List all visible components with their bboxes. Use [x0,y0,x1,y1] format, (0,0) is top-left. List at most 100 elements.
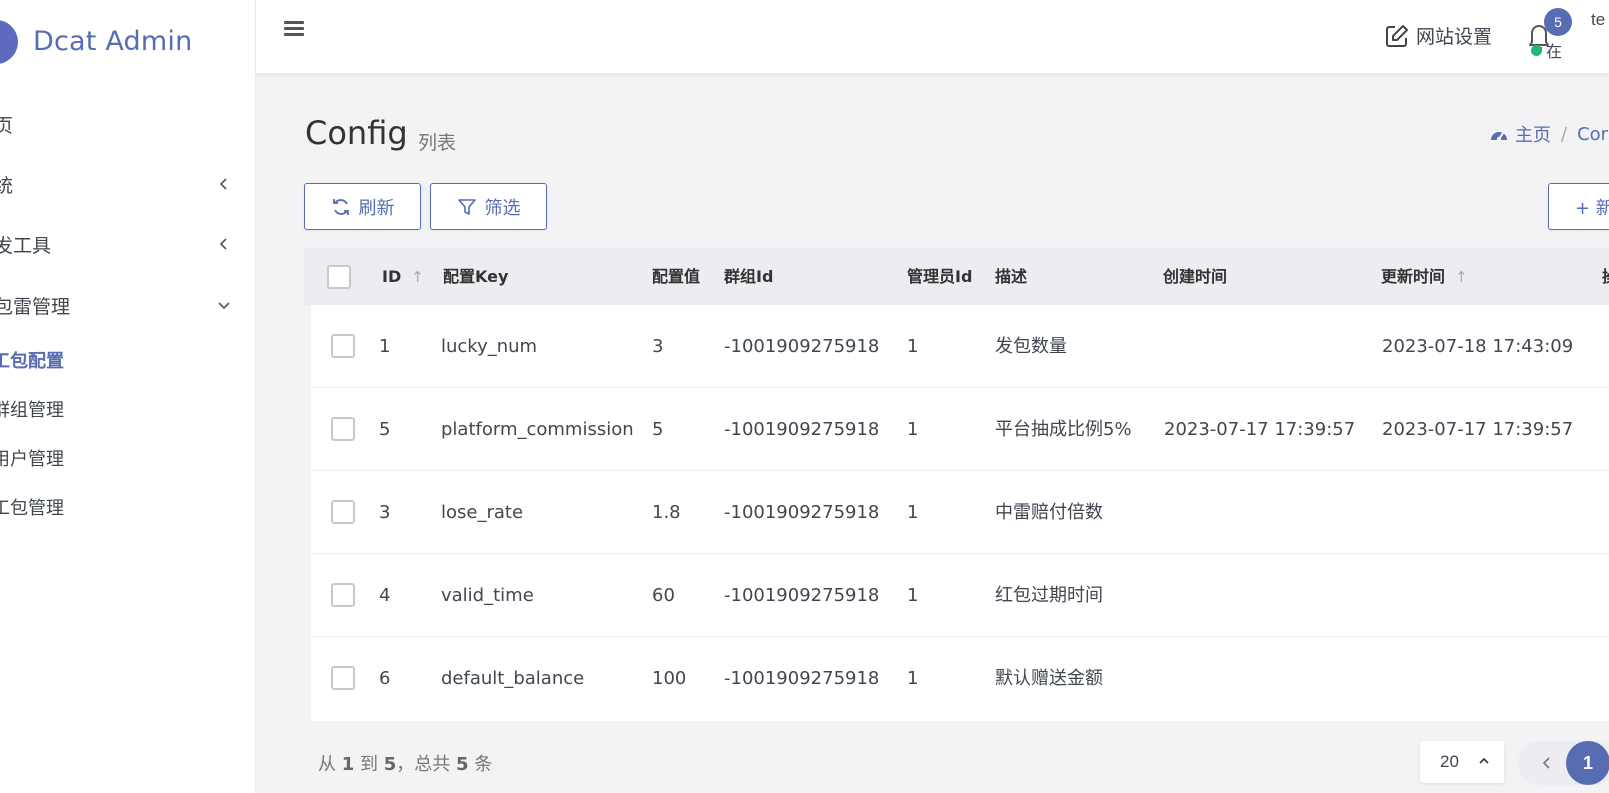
cell-value: 1.8 [652,502,681,523]
cell-desc: 红包过期时间 [995,585,1103,606]
filter-label: 筛选 [484,197,521,219]
per-page-select[interactable]: 20 [1420,741,1504,783]
table-row: 5 platform_commission 5 -1001909275918 1… [311,388,1609,471]
cell-desc: 中雷赔付倍数 [995,502,1103,523]
cell-desc: 发包数量 [995,336,1067,357]
cell-admin-id: 1 [907,502,919,523]
cell-admin-id: 1 [907,336,919,357]
breadcrumb-home-link[interactable]: 主页 [1515,121,1551,147]
new-button[interactable]: + 新 [1548,183,1609,230]
cell-key: lucky_num [441,336,538,357]
sidebar-sub-item-redpacket-config[interactable]: 工包配置 [0,342,255,378]
cell-id: 1 [379,336,391,357]
refresh-button[interactable]: 刷新 [304,183,421,230]
sidebar-item-dev-tools[interactable]: 发工具 [0,224,255,264]
new-label: + 新 [1575,197,1609,219]
logo-icon [0,20,18,64]
chevron-left-icon[interactable] [1538,754,1556,772]
sort-arrow-icon[interactable]: ↑ [1455,268,1468,286]
sidebar-sub-item-label: 工包管理 [0,498,64,519]
sidebar-item-label: 统 [0,171,13,198]
breadcrumb-separator: / [1561,123,1568,145]
row-checkbox[interactable] [331,417,355,441]
row-checkbox[interactable] [331,583,355,607]
chevron-down-icon [218,302,230,310]
user-status-label: 在 [1546,44,1563,61]
cell-value: 3 [652,336,664,357]
filter-icon [457,198,476,215]
sidebar-item-label: 发工具 [0,234,52,257]
cell-id: 5 [379,419,391,440]
page-button-current[interactable]: 1 [1566,741,1609,785]
cell-updated: 2023-07-17 17:39:57 [1382,419,1574,440]
cell-group-id: -1001909275918 [724,668,880,689]
cell-admin-id: 1 [907,419,919,440]
sidebar-sub-item-redpacket-manage[interactable]: 工包管理 [0,489,255,525]
column-header-group-id: 群组Id [724,267,774,286]
table-header: ID↑ 配置Key 配置值 群组Id 管理员Id 描述 创建时间 更新时间↑ 操 [304,248,1609,305]
column-header-id[interactable]: ID ↑ [382,248,424,305]
table-row: 3 lose_rate 1.8 -1001909275918 1 中雷赔付倍数 [311,471,1609,554]
table-row: 4 valid_time 60 -1001909275918 1 红包过期时间 [311,554,1609,637]
cell-group-id: -1001909275918 [724,419,880,440]
row-checkbox[interactable] [331,666,355,690]
table-row: 6 default_balance 100 -1001909275918 1 默… [311,637,1609,720]
cell-group-id: -1001909275918 [724,336,880,357]
site-settings-link[interactable]: 网站设置 [1384,22,1492,49]
sidebar-item-redpacket-mine[interactable]: 包雷管理 [0,285,255,325]
column-header-updated[interactable]: 更新时间 ↑ [1381,248,1468,305]
pagination-summary: 从 1 到 5，总共 5 条 [318,754,493,775]
column-header-key: 配置Key [443,267,509,286]
table-body: 1 lucky_num 3 -1001909275918 1 发包数量 2023… [311,305,1609,721]
cell-desc: 默认赠送金额 [995,668,1103,689]
site-settings-label: 网站设置 [1416,26,1493,48]
column-header-desc: 描述 [995,267,1028,286]
user-status: 在 [1531,38,1562,62]
cell-group-id: -1001909275918 [724,502,880,523]
column-header-admin-id: 管理员Id [907,267,973,286]
topbar: 网站设置 5 te 在 [256,0,1609,73]
row-checkbox[interactable] [331,500,355,524]
online-status-dot [1531,44,1542,56]
cell-value: 5 [652,419,664,440]
sidebar-item-home[interactable]: 页 [0,104,255,144]
column-header-actions: 操 [1602,248,1609,305]
sidebar-sub-item-user-manage[interactable]: 用户管理 [0,440,255,476]
cell-id: 4 [379,585,391,606]
cell-value: 60 [652,585,675,606]
cell-group-id: -1001909275918 [724,585,880,606]
cell-admin-id: 1 [907,585,919,606]
user-name[interactable]: te [1591,10,1605,30]
breadcrumb: 主页 / Cor [1489,121,1608,147]
refresh-label: 刷新 [358,197,395,219]
sidebar-sub-item-group-manage[interactable]: 群组管理 [0,391,255,427]
refresh-icon [332,198,349,215]
cell-desc: 平台抽成比例5% [995,419,1132,440]
sidebar-item-label: 页 [0,111,13,138]
column-header-value: 配置值 [652,267,701,286]
cell-id: 3 [379,502,391,523]
sidebar-sub-item-label: 用户管理 [0,449,64,470]
column-header-created: 创建时间 [1163,267,1228,286]
filter-button[interactable]: 筛选 [430,183,547,230]
cell-admin-id: 1 [907,668,919,689]
cell-updated: 2023-07-18 17:43:09 [1382,336,1574,357]
cell-key: valid_time [441,585,534,606]
row-checkbox[interactable] [331,334,355,358]
sidebar-item-system[interactable]: 统 [0,164,255,204]
dashboard-icon [1491,132,1507,141]
cell-id: 6 [379,668,391,689]
cell-key: lose_rate [441,502,524,523]
cell-key: default_balance [441,668,585,689]
table-row: 1 lucky_num 3 -1001909275918 1 发包数量 2023… [311,305,1609,388]
select-all-checkbox[interactable] [327,265,351,289]
notification-count-badge: 5 [1544,8,1572,36]
menu-toggle-icon[interactable] [284,18,308,40]
chevron-up-icon [1479,757,1489,764]
pagination: 1 [1518,741,1609,785]
chevron-left-icon [219,238,227,250]
sort-arrow-icon[interactable]: ↑ [411,268,424,286]
brand-name: Dcat Admin [33,26,193,57]
edit-icon [1386,24,1408,47]
cell-value: 100 [652,668,687,689]
